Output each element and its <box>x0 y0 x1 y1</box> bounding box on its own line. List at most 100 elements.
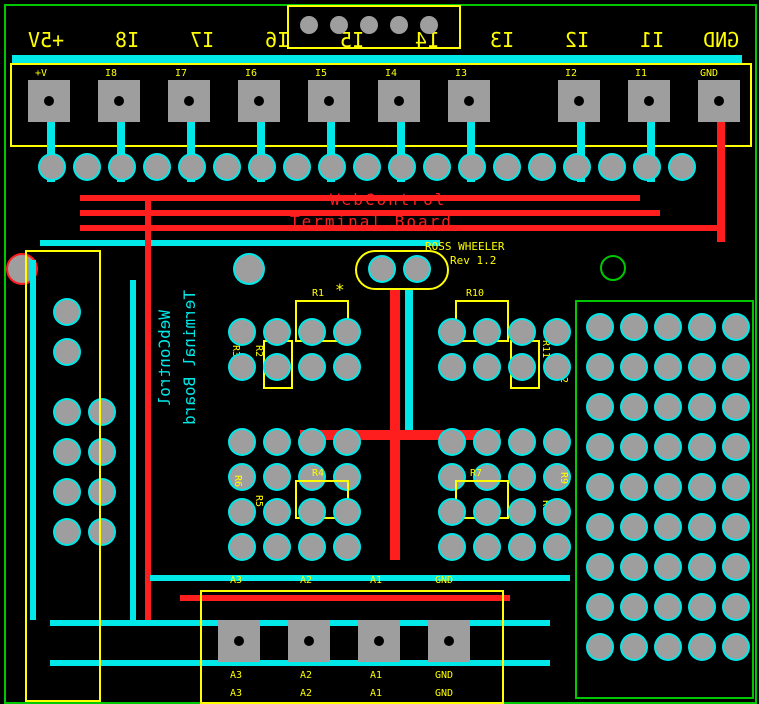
pad <box>510 535 534 559</box>
pad <box>510 500 534 524</box>
top-label-i3: I3 <box>490 28 514 52</box>
term-lbl: I1 <box>635 68 647 79</box>
pad <box>180 155 204 179</box>
proto-pad <box>622 395 646 419</box>
r6-label: R6 <box>232 475 243 487</box>
term-lbl: GND <box>435 575 453 586</box>
pad <box>230 430 254 454</box>
proto-pad <box>656 435 680 459</box>
proto-pad <box>724 555 748 579</box>
proto-pad <box>724 395 748 419</box>
revision: Rev 1.2 <box>450 254 496 267</box>
header-pin <box>390 16 408 34</box>
pad <box>320 155 344 179</box>
pad <box>230 355 254 379</box>
header-pin <box>360 16 378 34</box>
proto-pad <box>588 435 612 459</box>
terminal-pad <box>628 80 670 122</box>
pad <box>495 155 519 179</box>
proto-pad <box>588 515 612 539</box>
header-pin <box>420 16 438 34</box>
pad <box>265 535 289 559</box>
asterisk: * <box>335 280 345 299</box>
proto-pad <box>622 435 646 459</box>
proto-pad <box>656 355 680 379</box>
proto-pad <box>656 315 680 339</box>
pad <box>440 355 464 379</box>
pad <box>510 465 534 489</box>
terminal-pad <box>168 80 210 122</box>
pad <box>145 155 169 179</box>
term-lbl: +V <box>35 68 47 79</box>
pad <box>230 320 254 344</box>
pad <box>440 430 464 454</box>
proto-pad <box>690 555 714 579</box>
pad <box>265 430 289 454</box>
mounting-pad <box>235 255 263 283</box>
side-title1: WebControl <box>155 310 174 406</box>
terminal-pad <box>28 80 70 122</box>
proto-pad <box>690 435 714 459</box>
r1-label: R1 <box>312 288 324 299</box>
pad <box>460 155 484 179</box>
pad <box>300 355 324 379</box>
board-title2: Terminal Board <box>290 212 453 231</box>
proto-pad <box>588 395 612 419</box>
header-pin <box>300 16 318 34</box>
pad <box>265 320 289 344</box>
top-label-i1: I1 <box>640 28 664 52</box>
pad <box>510 355 534 379</box>
side-title2: Terminal Board <box>180 290 199 425</box>
pad <box>545 500 569 524</box>
proto-pad <box>724 635 748 659</box>
pad <box>215 155 239 179</box>
proto-pad <box>724 435 748 459</box>
header-pin <box>330 16 348 34</box>
proto-pad <box>690 595 714 619</box>
top-label-i7: I7 <box>190 28 214 52</box>
pad <box>355 155 379 179</box>
proto-pad <box>724 315 748 339</box>
term-lbl: GND <box>700 68 718 79</box>
terminal-pad <box>558 80 600 122</box>
proto-pad <box>622 355 646 379</box>
terminal-pad <box>288 620 330 662</box>
pad <box>300 320 324 344</box>
pad <box>425 155 449 179</box>
proto-pad <box>622 315 646 339</box>
term-lbl: A1 <box>370 670 382 681</box>
term-lbl: I7 <box>175 68 187 79</box>
top-label-5v: +5V <box>28 28 64 52</box>
term-lbl: I4 <box>385 68 397 79</box>
board-title1: WebControl <box>330 190 446 209</box>
proto-pad <box>690 395 714 419</box>
proto-pad <box>656 475 680 499</box>
pad <box>600 155 624 179</box>
pad <box>335 355 359 379</box>
trace <box>405 290 413 440</box>
term-lbl: A3 <box>230 575 242 586</box>
pad <box>545 355 569 379</box>
pad <box>265 465 289 489</box>
side-header-box <box>25 250 101 702</box>
term-lbl: I6 <box>245 68 257 79</box>
pad <box>370 257 394 281</box>
proto-pad <box>690 635 714 659</box>
pad <box>265 500 289 524</box>
proto-pad <box>724 475 748 499</box>
terminal-pad <box>358 620 400 662</box>
proto-pad <box>690 315 714 339</box>
proto-pad <box>622 555 646 579</box>
term-lbl: I3 <box>455 68 467 79</box>
trace <box>130 280 136 620</box>
pad <box>545 535 569 559</box>
pad <box>510 430 534 454</box>
pad <box>670 155 694 179</box>
terminal-pad <box>698 80 740 122</box>
trace <box>300 430 500 440</box>
pad <box>510 320 534 344</box>
pad <box>530 155 554 179</box>
trace <box>717 122 725 242</box>
pad <box>110 155 134 179</box>
pcb-board: GND I1 I2 I3 I4 I5 I6 I7 I8 +5V +V I8 I7… <box>0 0 759 704</box>
